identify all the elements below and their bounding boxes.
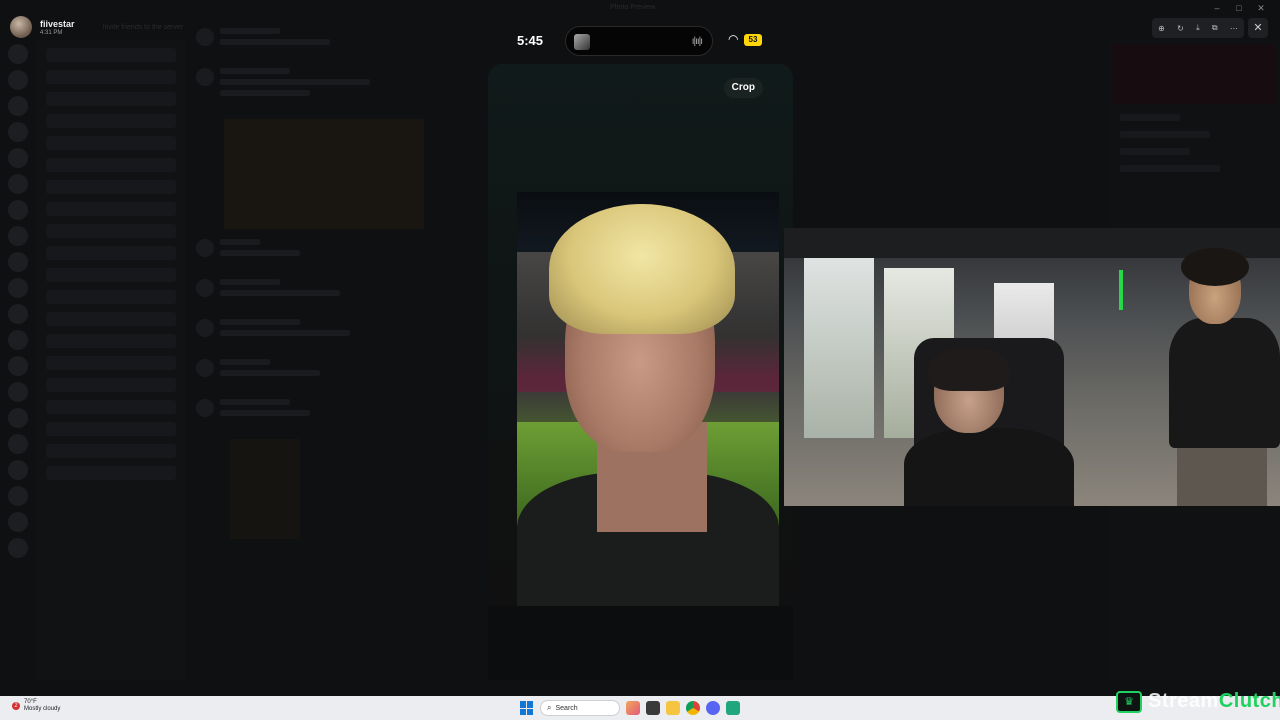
chat-message (196, 399, 480, 421)
bleached-hair (549, 204, 735, 334)
phone-clock: 5:45 (517, 33, 544, 48)
search-placeholder: Search (555, 704, 578, 712)
crown-icon: ♛ (1116, 690, 1142, 713)
wifi-icon: ◠ (728, 32, 739, 46)
watermark-accent: Clutch (1218, 690, 1280, 712)
screen: fiivestar 4:31 PM Invite friends to the … (0, 0, 1280, 720)
rotate-icon[interactable]: ↻ (1177, 24, 1184, 33)
window-close-button[interactable]: ✕ (1252, 2, 1270, 14)
dynamic-island: ı|ıı|ı (565, 26, 713, 56)
room-window (804, 258, 874, 438)
weather-condition: Mostly cloudy (24, 706, 61, 712)
channel-list (36, 40, 186, 680)
chat-message (196, 68, 480, 101)
phone-screen: Crop (488, 64, 793, 606)
chat-message (196, 319, 480, 341)
streamer (904, 347, 1074, 506)
streamclutch-watermark: ♛ StreamClutch (1116, 690, 1280, 713)
store-icon[interactable] (726, 701, 740, 715)
audio-wave-icon: ı|ıı|ı (691, 36, 703, 47)
download-icon[interactable]: ⤓ (1196, 23, 1200, 33)
temperature: 70°F (24, 699, 37, 705)
chat-message (196, 359, 480, 381)
chat-message (196, 279, 480, 301)
taskbar: 2 70°F Mostly cloudy ⌕ Search (0, 696, 1280, 720)
crop-button[interactable]: Crop (723, 78, 763, 98)
battery-indicator: 53 (744, 34, 762, 46)
task-view-icon[interactable] (646, 701, 660, 715)
webcam-overlay (784, 228, 1280, 506)
watermark-text: StreamClutch (1148, 690, 1280, 713)
chrome-icon[interactable] (686, 701, 700, 715)
maximize-button[interactable]: □ (1230, 2, 1248, 14)
avatar (10, 16, 32, 38)
more-icon[interactable]: ⋯ (1230, 24, 1238, 33)
chat-media-attachment (230, 439, 300, 539)
chat-media-attachment (224, 119, 424, 229)
timestamp: 4:31 PM (40, 29, 63, 36)
standing-person (1159, 248, 1280, 506)
chat-message (196, 28, 480, 50)
viewer-profile: fiivestar 4:31 PM Invite friends to the … (10, 16, 183, 38)
chat-message (196, 239, 480, 261)
discord-icon[interactable] (706, 701, 720, 715)
zoom-icon[interactable]: ⊕ (1158, 24, 1165, 33)
media-toolbar: ⊕ ↻ ⤓ ⧉ ⋯ (1152, 18, 1244, 38)
photo-preview (517, 192, 779, 606)
file-explorer-icon[interactable] (666, 701, 680, 715)
window-title: Photo Preview (610, 4, 656, 11)
search-icon: ⌕ (547, 703, 552, 712)
taskbar-search[interactable]: ⌕ Search (540, 700, 620, 716)
notification-badge: 2 (12, 702, 20, 710)
chat-column (188, 18, 488, 678)
server-rail (0, 40, 36, 680)
open-external-icon[interactable]: ⧉ (1212, 23, 1218, 33)
close-viewer-button[interactable]: ✕ (1248, 18, 1268, 38)
taskbar-apps: ⌕ Search (520, 698, 740, 718)
now-playing-thumbnail (574, 34, 590, 50)
green-light (1119, 270, 1123, 310)
widgets-icon[interactable] (626, 701, 640, 715)
minimize-button[interactable]: – (1208, 2, 1226, 14)
weather-widget[interactable]: 2 70°F Mostly cloudy (12, 699, 60, 713)
window-controls: – □ ✕ (1208, 2, 1270, 14)
username: fiivestar (40, 18, 75, 29)
profile-banner (1112, 44, 1276, 104)
dimmed-header-text: Invite friends to the server (102, 23, 184, 31)
watermark-prefix: Stream (1148, 690, 1219, 712)
windows-logo-icon[interactable] (520, 701, 534, 715)
phone-status-bar: 5:45 ı|ıı|ı ◠ 53 (500, 24, 780, 58)
phone-bottom-area (488, 606, 793, 680)
